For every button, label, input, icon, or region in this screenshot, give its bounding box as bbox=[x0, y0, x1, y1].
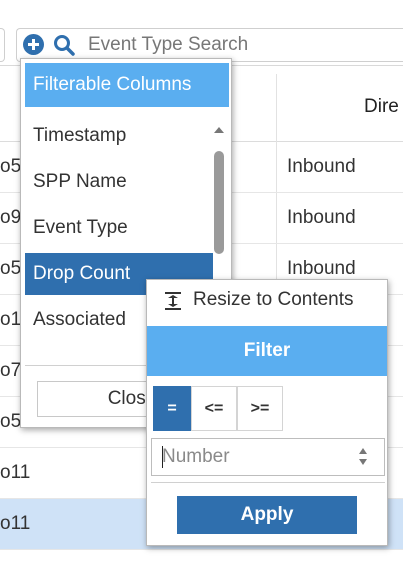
resize-columns-icon bbox=[165, 292, 181, 310]
direction-cell: Inbound bbox=[287, 207, 356, 228]
stepper-up-icon[interactable] bbox=[359, 448, 367, 454]
popup-title: Filterable Columns bbox=[25, 63, 229, 107]
left-panel-edge bbox=[0, 28, 5, 62]
text-caret bbox=[162, 446, 163, 468]
scrollbar-thumb[interactable] bbox=[214, 151, 224, 254]
scroll-up-arrow-icon[interactable] bbox=[214, 127, 224, 133]
search-input[interactable] bbox=[88, 30, 388, 60]
table-cell: o9 bbox=[0, 207, 22, 228]
table-cell: o5 bbox=[0, 411, 22, 432]
filter-title: Filter bbox=[147, 326, 387, 376]
column-item-spp-name[interactable]: SPP Name bbox=[25, 161, 213, 203]
table-cell: o11 bbox=[0, 462, 31, 483]
stepper-down-icon[interactable] bbox=[359, 459, 367, 465]
operator-greater-equal-button[interactable]: >= bbox=[237, 386, 283, 431]
table-cell: o11 bbox=[0, 513, 31, 534]
header-direction[interactable]: Dire bbox=[364, 96, 399, 118]
apply-button[interactable]: Apply bbox=[177, 496, 357, 534]
column-item-event-type[interactable]: Event Type bbox=[25, 207, 213, 249]
operator-equals-button[interactable]: = bbox=[153, 386, 191, 431]
table-cell: o1 bbox=[0, 309, 22, 330]
number-stepper[interactable] bbox=[359, 446, 369, 468]
column-item-timestamp[interactable]: Timestamp bbox=[25, 115, 213, 157]
search-icon[interactable] bbox=[52, 33, 76, 57]
table-cell: o5 bbox=[0, 258, 22, 279]
table-cell: o7 bbox=[0, 360, 22, 381]
operator-less-equal-button[interactable]: <= bbox=[191, 386, 237, 431]
search-bar bbox=[0, 0, 403, 66]
resize-label: Resize to Contents bbox=[193, 289, 354, 310]
filter-popup: Resize to Contents Filter = <= >= Apply bbox=[146, 279, 388, 546]
direction-cell: Inbound bbox=[287, 156, 356, 177]
number-input[interactable] bbox=[151, 438, 385, 476]
direction-cell: Inbound bbox=[287, 258, 356, 279]
divider bbox=[151, 482, 385, 483]
table-cell: o5 bbox=[0, 156, 22, 177]
plus-circle-icon[interactable] bbox=[23, 34, 44, 55]
resize-to-contents-item[interactable]: Resize to Contents bbox=[147, 280, 387, 322]
